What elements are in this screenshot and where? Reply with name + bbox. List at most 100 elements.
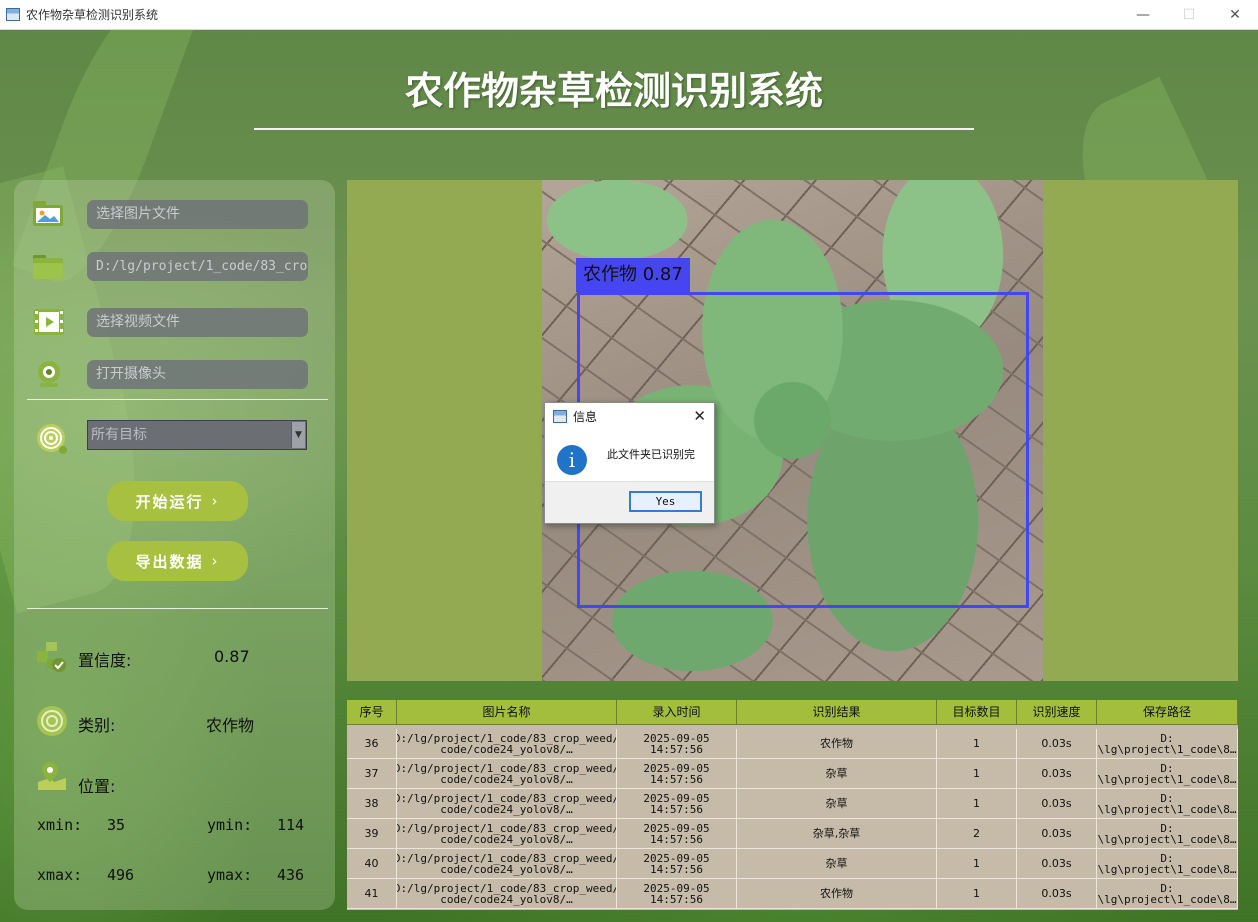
class-icon <box>37 706 67 736</box>
cell-id: 40 <box>347 849 397 879</box>
chevron-right-icon: › <box>211 492 220 510</box>
detection-label: 农作物 0.87 <box>576 258 690 292</box>
export-button-label: 导出数据 <box>135 552 204 571</box>
confidence-value: 0.87 <box>214 647 250 666</box>
ymin-label: ymin: <box>207 816 253 834</box>
cell-result: 农作物 <box>737 729 937 759</box>
dialog-footer: Yes <box>545 481 714 523</box>
cell-time: 2025-09-05 14:57:56 <box>617 729 737 759</box>
location-pin-icon <box>38 762 66 790</box>
cell-id: 37 <box>347 759 397 789</box>
window-titlebar: 农作物杂草检测识别系统 — ☐ ✕ <box>0 0 1258 30</box>
cell-save-path: D: \lg\project\1_code\8… <box>1097 759 1238 789</box>
table-header: 序号 图片名称 录入时间 识别结果 目标数目 识别速度 保存路径 <box>347 700 1238 725</box>
confidence-label: 置信度: <box>78 651 132 670</box>
camera-icon[interactable] <box>35 360 67 388</box>
cell-id: 38 <box>347 789 397 819</box>
cell-result: 杂草 <box>737 789 937 819</box>
cell-image-name: D:/lg/project/1_code/83_crop_weed/code/c… <box>397 849 617 879</box>
cell-time: 2025-09-05 14:57:56 <box>617 819 737 849</box>
table-row[interactable]: 37 D:/lg/project/1_code/83_crop_weed/cod… <box>347 759 1238 789</box>
yes-button[interactable]: Yes <box>629 491 702 512</box>
video-file-input[interactable]: 选择视频文件 <box>87 308 308 337</box>
column-header[interactable]: 识别结果 <box>737 700 937 725</box>
column-header[interactable]: 序号 <box>347 700 397 725</box>
folder-icon[interactable] <box>32 252 64 280</box>
export-button[interactable]: 导出数据 › <box>107 541 248 581</box>
close-button[interactable]: ✕ <box>1212 0 1258 30</box>
cell-time: 2025-09-05 14:57:56 <box>617 849 737 879</box>
cell-image-name: D:/lg/project/1_code/83_crop_weed/code/c… <box>397 819 617 849</box>
window-title: 农作物杂草检测识别系统 <box>26 8 159 22</box>
table-row[interactable]: 38 D:/lg/project/1_code/83_crop_weed/cod… <box>347 789 1238 819</box>
xmax-value: 496 <box>107 866 135 884</box>
cell-save-path: D: \lg\project\1_code\8… <box>1097 819 1238 849</box>
image-display-panel: 农作物 0.87 <box>347 180 1238 681</box>
table-row[interactable]: 40 D:/lg/project/1_code/83_crop_weed/cod… <box>347 849 1238 879</box>
cell-save-path: D: \lg\project\1_code\8… <box>1097 879 1238 909</box>
ymin-value: 114 <box>277 816 305 834</box>
position-label: 位置: <box>78 777 116 796</box>
target-select-value: 所有目标 <box>91 427 147 443</box>
cell-speed: 0.03s <box>1017 849 1097 879</box>
xmax-label: xmax: <box>37 866 83 884</box>
window-controls: — ☐ ✕ <box>1120 0 1258 30</box>
cell-save-path: D: \lg\project\1_code\8… <box>1097 849 1238 879</box>
cell-image-name: D:/lg/project/1_code/83_crop_weed/code/c… <box>397 759 617 789</box>
section-divider <box>27 608 328 609</box>
minimize-button[interactable]: — <box>1120 0 1166 30</box>
cell-speed: 0.03s <box>1017 729 1097 759</box>
column-header[interactable]: 识别速度 <box>1017 700 1097 725</box>
class-label: 类别: <box>78 716 116 735</box>
cell-result: 杂草 <box>737 849 937 879</box>
cell-count: 1 <box>937 729 1017 759</box>
chevron-right-icon: › <box>211 552 220 570</box>
video-file-icon[interactable] <box>33 308 65 336</box>
cell-count: 1 <box>937 759 1017 789</box>
column-header[interactable]: 录入时间 <box>617 700 737 725</box>
cell-result: 杂草,杂草 <box>737 819 937 849</box>
column-header[interactable]: 图片名称 <box>397 700 617 725</box>
cell-image-name: D:/lg/project/1_code/83_crop_weed/code/c… <box>397 789 617 819</box>
column-header[interactable]: 目标数目 <box>937 700 1017 725</box>
cell-count: 1 <box>937 879 1017 909</box>
xmin-value: 35 <box>107 816 126 834</box>
page-title: 农作物杂草检测识别系统 <box>404 69 823 113</box>
start-button[interactable]: 开始运行 › <box>107 481 248 521</box>
app-window-icon <box>6 8 20 21</box>
cell-speed: 0.03s <box>1017 819 1097 849</box>
column-header[interactable]: 保存路径 <box>1097 700 1238 725</box>
dialog-close-icon[interactable]: ✕ <box>693 407 706 425</box>
cell-time: 2025-09-05 14:57:56 <box>617 789 737 819</box>
target-select[interactable]: 所有目标 ▼ <box>87 420 307 450</box>
cell-time: 2025-09-05 14:57:56 <box>617 759 737 789</box>
start-button-label: 开始运行 <box>135 492 204 511</box>
camera-input[interactable]: 打开摄像头 <box>87 360 308 389</box>
image-file-input[interactable]: 选择图片文件 <box>87 200 308 229</box>
results-table[interactable]: 序号 图片名称 录入时间 识别结果 目标数目 识别速度 保存路径 36 D:/l… <box>347 700 1238 910</box>
maximize-button[interactable]: ☐ <box>1166 0 1212 30</box>
dialog-titlebar: 信息 ✕ <box>545 403 714 429</box>
chevron-down-icon[interactable]: ▼ <box>291 422 305 448</box>
folder-path-input[interactable]: D:/lg/project/1_code/83_crop_weed/code/c… <box>87 252 308 281</box>
cell-speed: 0.03s <box>1017 879 1097 909</box>
section-divider <box>27 399 328 400</box>
table-row[interactable]: 36 D:/lg/project/1_code/83_crop_weed/cod… <box>347 729 1238 759</box>
cell-speed: 0.03s <box>1017 789 1097 819</box>
title-underline <box>254 128 974 130</box>
class-value: 农作物 <box>206 716 255 735</box>
table-row[interactable]: 41 D:/lg/project/1_code/83_crop_weed/cod… <box>347 879 1238 909</box>
cell-id: 39 <box>347 819 397 849</box>
cell-speed: 0.03s <box>1017 759 1097 789</box>
image-file-icon[interactable] <box>32 200 64 228</box>
table-row[interactable]: 39 D:/lg/project/1_code/83_crop_weed/cod… <box>347 819 1238 849</box>
dialog-app-icon <box>553 409 567 423</box>
dialog-title: 信息 <box>573 409 598 424</box>
cell-image-name: D:/lg/project/1_code/83_crop_weed/code/c… <box>397 879 617 909</box>
xmin-label: xmin: <box>37 816 83 834</box>
cell-id: 36 <box>347 729 397 759</box>
table-body: 36 D:/lg/project/1_code/83_crop_weed/cod… <box>347 729 1238 909</box>
cell-count: 2 <box>937 819 1017 849</box>
cell-count: 1 <box>937 849 1017 879</box>
cell-save-path: D: \lg\project\1_code\8… <box>1097 789 1238 819</box>
